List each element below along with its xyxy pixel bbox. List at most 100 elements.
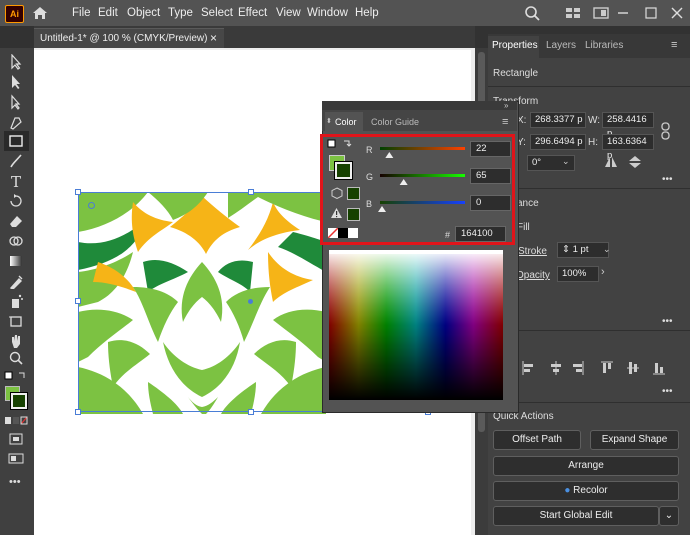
menu-help[interactable]: Help (355, 0, 379, 26)
arrange-documents-icon[interactable] (564, 4, 582, 22)
draw-mode-icon[interactable] (7, 431, 25, 447)
menu-window[interactable]: Window (307, 0, 348, 26)
offset-path-button[interactable]: Offset Path (493, 430, 581, 450)
direct-selection-tool-icon[interactable] (7, 74, 25, 90)
start-global-edit-button[interactable]: Start Global Edit (493, 506, 659, 526)
tab-toggle-icon[interactable]: ⬍ (326, 117, 332, 125)
corner-widget[interactable] (88, 202, 95, 209)
y-input[interactable]: 296.6494 p (530, 134, 586, 150)
rectangle-tool-icon[interactable] (7, 133, 25, 149)
stroke-stepper-icon[interactable]: ⇕ (562, 244, 570, 255)
color-mode-icons[interactable] (4, 416, 28, 426)
swap-fill-stroke-icon[interactable] (4, 370, 28, 384)
gradient-tool-icon[interactable] (7, 253, 25, 269)
symbol-sprayer-tool-icon[interactable] (7, 293, 25, 309)
svg-text:T: T (11, 173, 21, 189)
menu-effect[interactable]: Effect (238, 0, 267, 26)
menu-edit[interactable]: Edit (98, 0, 118, 26)
menu-view[interactable]: View (276, 0, 301, 26)
selection-handle-bc[interactable] (248, 409, 254, 415)
align-more-button[interactable]: ••• (662, 386, 673, 397)
search-icon[interactable] (523, 4, 541, 22)
align-top-icon[interactable] (600, 360, 614, 376)
w-label: W: (588, 115, 601, 126)
menu-type[interactable]: Type (168, 0, 193, 26)
stroke-label[interactable]: Stroke (518, 246, 547, 257)
hand-tool-icon[interactable] (7, 333, 25, 349)
chevron-down-icon[interactable]: ⌄ (562, 156, 570, 167)
w-input[interactable]: 258.4416 p (602, 112, 654, 139)
eraser-tool-icon[interactable] (7, 213, 25, 229)
tab-layers[interactable]: Layers (546, 34, 576, 58)
opacity-input[interactable]: 100% (557, 266, 599, 282)
eyedropper-tool-icon[interactable] (7, 273, 25, 289)
menu-file[interactable]: File (72, 0, 91, 26)
spectrum-white-band[interactable] (329, 250, 503, 254)
close-tab-button[interactable]: × (210, 31, 217, 45)
maximize-icon[interactable] (642, 4, 660, 22)
edit-toolbar-button[interactable]: ••• (9, 476, 21, 488)
screen-mode-icon[interactable] (7, 450, 25, 466)
pen-tool-icon[interactable] (7, 114, 25, 130)
align-right-icon[interactable] (571, 360, 585, 376)
x-input[interactable]: 268.3377 p (530, 112, 586, 128)
chevron-right-icon[interactable]: › (601, 266, 605, 278)
highlight-box (320, 134, 515, 245)
menu-object[interactable]: Object (127, 0, 160, 26)
divider (488, 86, 690, 87)
opacity-label[interactable]: Opacity (516, 270, 550, 281)
recolor-button[interactable]: ● Recolor (493, 481, 679, 501)
paintbrush-tool-icon[interactable] (7, 153, 25, 169)
appearance-more-button[interactable]: ••• (662, 316, 673, 327)
stroke-weight-value: 1 pt (572, 244, 589, 255)
chevron-down-icon[interactable]: ⌄ (603, 244, 611, 255)
rotate-tool-icon[interactable] (7, 193, 25, 209)
color-spectrum[interactable] (329, 250, 503, 400)
tab-color-guide[interactable]: Color Guide (371, 117, 419, 127)
appearance-label: ance (517, 198, 539, 209)
shape-builder-tool-icon[interactable] (7, 233, 25, 249)
zoom-tool-icon[interactable] (7, 350, 25, 366)
resize-grip[interactable] (499, 402, 509, 410)
minimize-icon[interactable] (614, 4, 632, 22)
h-input[interactable]: 163.6364 p (602, 134, 654, 161)
align-middle-icon[interactable] (626, 360, 640, 376)
recolor-icon: ● (564, 485, 571, 496)
center-point (248, 299, 253, 304)
panel-menu-icon[interactable]: ≡ (671, 39, 677, 51)
lasso-tool-icon[interactable] (7, 94, 25, 110)
transform-more-button[interactable]: ••• (662, 174, 673, 185)
align-left-icon[interactable] (521, 360, 535, 376)
selection-handle-tl[interactable] (75, 189, 81, 195)
type-tool-icon[interactable]: T (7, 173, 25, 189)
color-panel-menu-icon[interactable]: ≡ (502, 116, 508, 128)
selection-tool-icon[interactable] (7, 54, 25, 70)
flip-horizontal-icon[interactable] (603, 155, 619, 169)
h-label: H: (588, 137, 598, 148)
document-tab[interactable]: Untitled-1* @ 100 % (CMYK/Preview) × (34, 28, 224, 49)
chevron-down-icon: ⌄ (664, 510, 674, 521)
flip-vertical-icon[interactable] (627, 155, 643, 169)
stroke-swatch[interactable] (10, 392, 28, 410)
color-panel-title-strip[interactable] (322, 101, 517, 110)
align-bottom-icon[interactable] (652, 360, 666, 376)
workspace-icon[interactable] (592, 4, 610, 22)
close-window-icon[interactable] (668, 4, 686, 22)
align-center-icon[interactable] (549, 360, 563, 376)
tab-properties[interactable]: Properties (492, 34, 538, 58)
expand-shape-button[interactable]: Expand Shape (590, 430, 679, 450)
selection-handle-ml[interactable] (75, 298, 81, 304)
arrange-button[interactable]: Arrange (493, 456, 679, 476)
home-icon[interactable] (31, 4, 49, 22)
selection-handle-tc[interactable] (248, 189, 254, 195)
stroke-weight-input[interactable]: ⇕ 1 pt (557, 242, 609, 258)
artboard-tool-icon[interactable] (7, 313, 25, 329)
menu-select[interactable]: Select (201, 0, 233, 26)
recolor-button-label: Recolor (573, 485, 608, 496)
tab-libraries[interactable]: Libraries (585, 34, 623, 58)
constrain-proportions-icon[interactable] (659, 122, 673, 140)
selection-handle-bl[interactable] (75, 409, 81, 415)
global-edit-dropdown[interactable]: ⌄ (659, 506, 679, 526)
tab-color[interactable]: Color (335, 117, 357, 127)
collapse-panel-icon[interactable]: » (504, 101, 508, 110)
